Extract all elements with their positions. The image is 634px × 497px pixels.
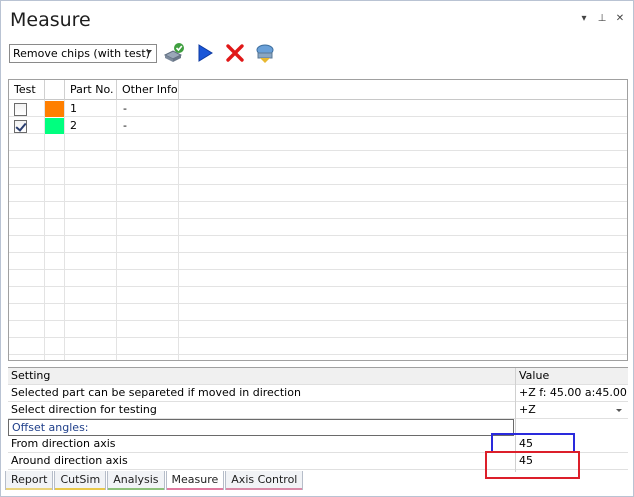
- property-row-separation[interactable]: Selected part can be separeted if moved …: [8, 385, 628, 402]
- part-number: 1: [70, 102, 77, 115]
- property-name: Around direction axis: [11, 454, 128, 467]
- part-color-swatch: [45, 118, 64, 134]
- tab-measure[interactable]: Measure: [165, 471, 225, 490]
- highlight-box-red: [485, 451, 580, 479]
- close-icon[interactable]: ✕: [615, 13, 625, 24]
- property-header: Setting Value: [8, 368, 628, 385]
- pin-icon[interactable]: ⊥: [597, 13, 607, 24]
- property-value[interactable]: +Z f: 45.00 a:45.00: [519, 385, 627, 401]
- tab-label: Axis Control: [231, 473, 298, 486]
- panel-title: Measure: [10, 9, 91, 31]
- tab-label: Analysis: [113, 473, 159, 486]
- table-body: [9, 100, 627, 360]
- part-color-swatch: [45, 101, 64, 117]
- chevron-down-icon[interactable]: [616, 409, 622, 412]
- toolbar: Remove chips (with test): [9, 41, 277, 65]
- tab-analysis[interactable]: Analysis: [107, 471, 165, 490]
- column-header-color[interactable]: [45, 80, 65, 100]
- play-icon: [198, 44, 213, 62]
- tab-cutsim[interactable]: CutSim: [54, 471, 107, 490]
- machine-part-icon: [256, 44, 274, 63]
- window-controls: ▾ ⊥ ✕: [579, 13, 625, 24]
- mode-select[interactable]: Remove chips (with test): [9, 43, 157, 63]
- value-header: Value: [519, 369, 550, 382]
- mode-select-value: Remove chips (with test): [13, 46, 150, 60]
- measure-panel: Measure ▾ ⊥ ✕ Remove chips (with test) T…: [0, 0, 634, 497]
- test-checkbox[interactable]: [14, 120, 27, 133]
- property-name: Selected part can be separeted if moved …: [11, 386, 301, 399]
- other-info: -: [123, 119, 127, 132]
- property-name: Select direction for testing: [11, 403, 157, 416]
- parts-table: Test Part No. Other Info 1 - 2 -: [8, 79, 628, 361]
- category-offset-angles[interactable]: Offset angles:: [8, 419, 514, 436]
- test-checkbox[interactable]: [14, 103, 27, 116]
- table-row[interactable]: 2 -: [9, 118, 627, 135]
- tab-report[interactable]: Report: [5, 471, 54, 490]
- highlight-box-blue: [491, 433, 575, 453]
- delete-x-icon: [226, 44, 244, 62]
- table-header: Test Part No. Other Info: [9, 80, 627, 100]
- category-label: Offset angles:: [12, 421, 89, 434]
- column-header-part-no[interactable]: Part No.: [65, 80, 117, 100]
- direction-select[interactable]: +Z: [519, 402, 536, 418]
- setting-header: Setting: [11, 369, 51, 382]
- delete-button[interactable]: [223, 41, 247, 65]
- tab-axis-control[interactable]: Axis Control: [225, 471, 304, 490]
- property-name: From direction axis: [11, 437, 116, 450]
- tab-label: CutSim: [60, 473, 101, 486]
- chevron-down-icon: [146, 49, 152, 54]
- tab-label: Measure: [171, 473, 219, 486]
- part-number: 2: [70, 119, 77, 132]
- test-check-button[interactable]: [163, 41, 187, 65]
- table-row[interactable]: 1 -: [9, 101, 627, 118]
- machine-part-button[interactable]: [253, 41, 277, 65]
- property-row-direction[interactable]: Select direction for testing +Z: [8, 402, 628, 419]
- test-check-icon: [163, 43, 184, 62]
- other-info: -: [123, 102, 127, 115]
- column-header-test[interactable]: Test: [9, 80, 45, 100]
- bottom-tabs: Report CutSim Analysis Measure Axis Cont…: [5, 471, 304, 491]
- run-button[interactable]: [193, 41, 217, 65]
- tab-label: Report: [11, 473, 48, 486]
- column-header-other-info[interactable]: Other Info: [117, 80, 179, 100]
- dropdown-arrow-icon[interactable]: ▾: [579, 13, 589, 24]
